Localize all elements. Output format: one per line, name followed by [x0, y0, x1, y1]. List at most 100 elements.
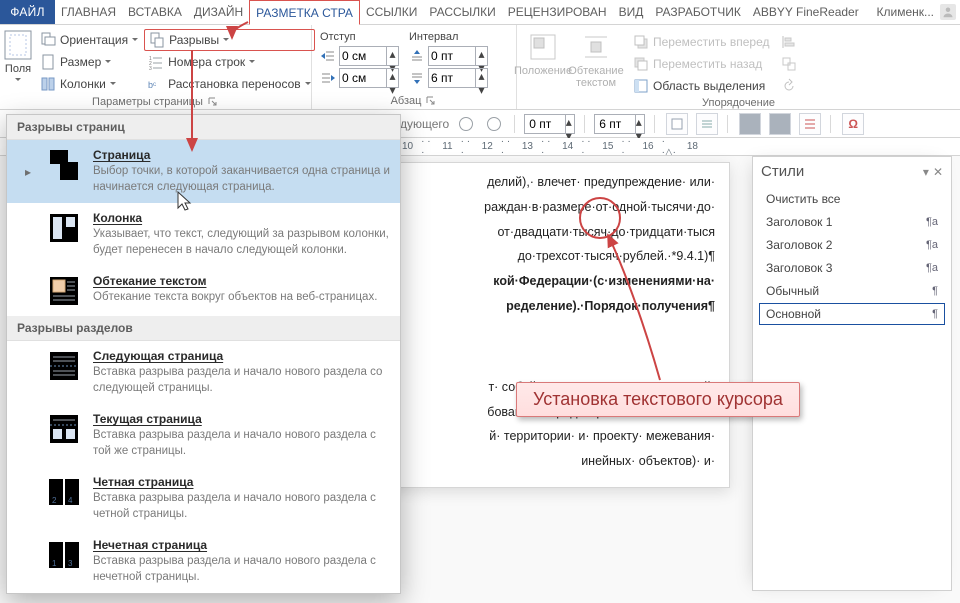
column-break-icon	[47, 211, 81, 245]
style-item-clear[interactable]: Очистить все	[759, 188, 945, 210]
doc-line: кой·Федерации·(с·изменениями·на·	[493, 274, 715, 288]
size-button[interactable]: Размер	[36, 51, 142, 73]
style-item-main[interactable]: Основной¶	[759, 303, 945, 325]
tab-abbyy[interactable]: ABBYY FineReader	[747, 0, 865, 24]
tab-insert[interactable]: ВСТАВКА	[122, 0, 188, 24]
group-button[interactable]	[777, 53, 801, 75]
omega-button[interactable]: Ω	[842, 113, 864, 135]
line-numbers-button[interactable]: 123 Номера строк	[144, 51, 315, 73]
break-item-page[interactable]: ▸ Страница Выбор точки, в которой заканч…	[7, 140, 400, 203]
indent-right-input[interactable]	[339, 68, 387, 88]
space-before-icon	[409, 48, 425, 64]
tab-references[interactable]: ССЫЛКИ	[360, 0, 423, 24]
tab-home[interactable]: ГЛАВНАЯ	[55, 0, 122, 24]
selected-arrow-icon: ▸	[25, 148, 35, 195]
align-button[interactable]	[777, 31, 801, 53]
break-item-title: Страница	[93, 148, 390, 162]
style-item-h2[interactable]: Заголовок 2¶a	[759, 234, 945, 256]
pane-options-icon[interactable]: ▾	[923, 165, 929, 179]
space-after-field-2[interactable]: ▴▾	[594, 113, 645, 135]
tool-button-1[interactable]	[666, 113, 688, 135]
tool-button-5[interactable]	[799, 113, 821, 135]
indent-left-input[interactable]	[339, 46, 387, 66]
style-item-h1[interactable]: Заголовок 1¶a	[759, 211, 945, 233]
space-after-field[interactable]: ▴▾	[409, 67, 488, 89]
tab-mailings[interactable]: РАССЫЛКИ	[423, 0, 501, 24]
user-name[interactable]: Клименк...	[877, 5, 935, 19]
ruler-mark: 10	[402, 141, 413, 152]
style-item-normal[interactable]: Обычный¶	[759, 280, 945, 302]
break-item-textwrap[interactable]: Обтекание текстом Обтекание текста вокру…	[7, 266, 400, 316]
group-label-paragraph: Абзац	[391, 95, 422, 107]
line-numbers-icon: 123	[148, 54, 164, 70]
tab-page-layout[interactable]: РАЗМЕТКА СТРА	[249, 0, 360, 25]
breaks-button[interactable]: Разрывы	[144, 29, 315, 51]
margins-button[interactable]: Поля	[2, 27, 34, 83]
user-avatar-icon[interactable]	[940, 4, 956, 20]
svg-text:1: 1	[52, 559, 57, 568]
spin-arrows[interactable]: ▴▾	[387, 68, 399, 88]
ribbon: Поля Ориентация Размер Колонки	[0, 25, 960, 110]
space-after-input-2[interactable]	[594, 114, 636, 134]
group-label-arrange: Упорядочение	[702, 97, 775, 109]
break-item-title: Обтекание текстом	[93, 274, 390, 288]
spin-arrows[interactable]: ▴▾	[476, 68, 488, 88]
styles-list: Очистить все Заголовок 1¶a Заголовок 2¶a…	[753, 184, 951, 329]
hyphenation-button[interactable]: bᶜ Расстановка переносов	[144, 73, 315, 95]
position-button[interactable]: Положение	[523, 29, 563, 77]
space-before-field[interactable]: ▴▾	[409, 45, 488, 67]
dialog-launcher-icon[interactable]	[425, 95, 437, 107]
tool-button-4[interactable]	[769, 113, 791, 135]
break-item-desc: Вставка разрыва раздела и начало нового …	[93, 365, 390, 396]
spin-arrows[interactable]: ▴▾	[633, 114, 645, 134]
break-item-next-page[interactable]: Следующая страница Вставка разрыва разде…	[7, 341, 400, 404]
send-backward-button[interactable]: Переместить назад	[629, 53, 773, 75]
wrap-text-button[interactable]: Обтекание текстом	[567, 29, 625, 89]
size-label: Размер	[60, 55, 101, 69]
rotate-button[interactable]	[777, 75, 801, 97]
tool-button-3[interactable]	[739, 113, 761, 135]
tab-developer[interactable]: РАЗРАБОТЧИК	[649, 0, 747, 24]
tab-review[interactable]: РЕЦЕНЗИРОВАН	[502, 0, 613, 24]
pane-close-icon[interactable]: ✕	[933, 165, 943, 179]
tab-view[interactable]: ВИД	[613, 0, 650, 24]
selection-pane-button[interactable]: Область выделения	[629, 75, 773, 97]
break-item-odd-page[interactable]: 13 Нечетная страница Вставка разрыва раз…	[7, 530, 400, 593]
space-before-field-2[interactable]: ▴▾	[524, 113, 575, 135]
tab-design[interactable]: ДИЗАЙН	[188, 0, 249, 24]
indent-left-field[interactable]: ▴▾	[320, 45, 399, 67]
size-icon	[40, 54, 56, 70]
rotate-icon	[781, 78, 797, 94]
bring-forward-label: Переместить вперед	[653, 35, 769, 49]
spin-arrows[interactable]: ▴▾	[387, 46, 399, 66]
indent-right-field[interactable]: ▴▾	[320, 67, 399, 89]
spin-arrows[interactable]: ▴▾	[563, 114, 575, 134]
break-item-title: Колонка	[93, 211, 390, 225]
prev-style-text: дующего	[400, 117, 449, 131]
break-item-even-page[interactable]: 24 Четная страница Вставка разрыва разде…	[7, 467, 400, 530]
space-before-input-2[interactable]	[524, 114, 566, 134]
wrap-text-icon	[580, 31, 612, 63]
bring-forward-button[interactable]: Переместить вперед	[629, 31, 773, 53]
tool-button-2[interactable]	[696, 113, 718, 135]
break-item-desc: Вставка разрыва раздела и начало нового …	[93, 428, 390, 459]
breaks-label: Разрывы	[169, 33, 219, 47]
columns-button[interactable]: Колонки	[36, 73, 142, 95]
even-page-section-icon: 24	[47, 475, 81, 509]
breaks-icon	[149, 32, 165, 48]
space-before-input[interactable]	[428, 46, 476, 66]
spin-arrows[interactable]: ▴▾	[476, 46, 488, 66]
dialog-launcher-icon[interactable]	[207, 96, 219, 108]
hyphenation-icon: bᶜ	[148, 76, 164, 92]
radio-option-2[interactable]	[487, 117, 501, 131]
break-item-continuous[interactable]: Текущая страница Вставка разрыва раздела…	[7, 404, 400, 467]
style-item-h3[interactable]: Заголовок 3¶a	[759, 257, 945, 279]
break-item-column[interactable]: Колонка Указывает, что текст, следующий …	[7, 203, 400, 266]
styles-pane: Стили ▾ ✕ Очистить все Заголовок 1¶a Заг…	[752, 156, 952, 591]
orientation-button[interactable]: Ориентация	[36, 29, 142, 51]
tab-file[interactable]: ФАЙЛ	[0, 0, 55, 24]
radio-option-1[interactable]	[459, 117, 473, 131]
space-after-input[interactable]	[428, 68, 476, 88]
odd-page-section-icon: 13	[47, 538, 81, 572]
indent-heading: Отступ	[320, 31, 399, 43]
